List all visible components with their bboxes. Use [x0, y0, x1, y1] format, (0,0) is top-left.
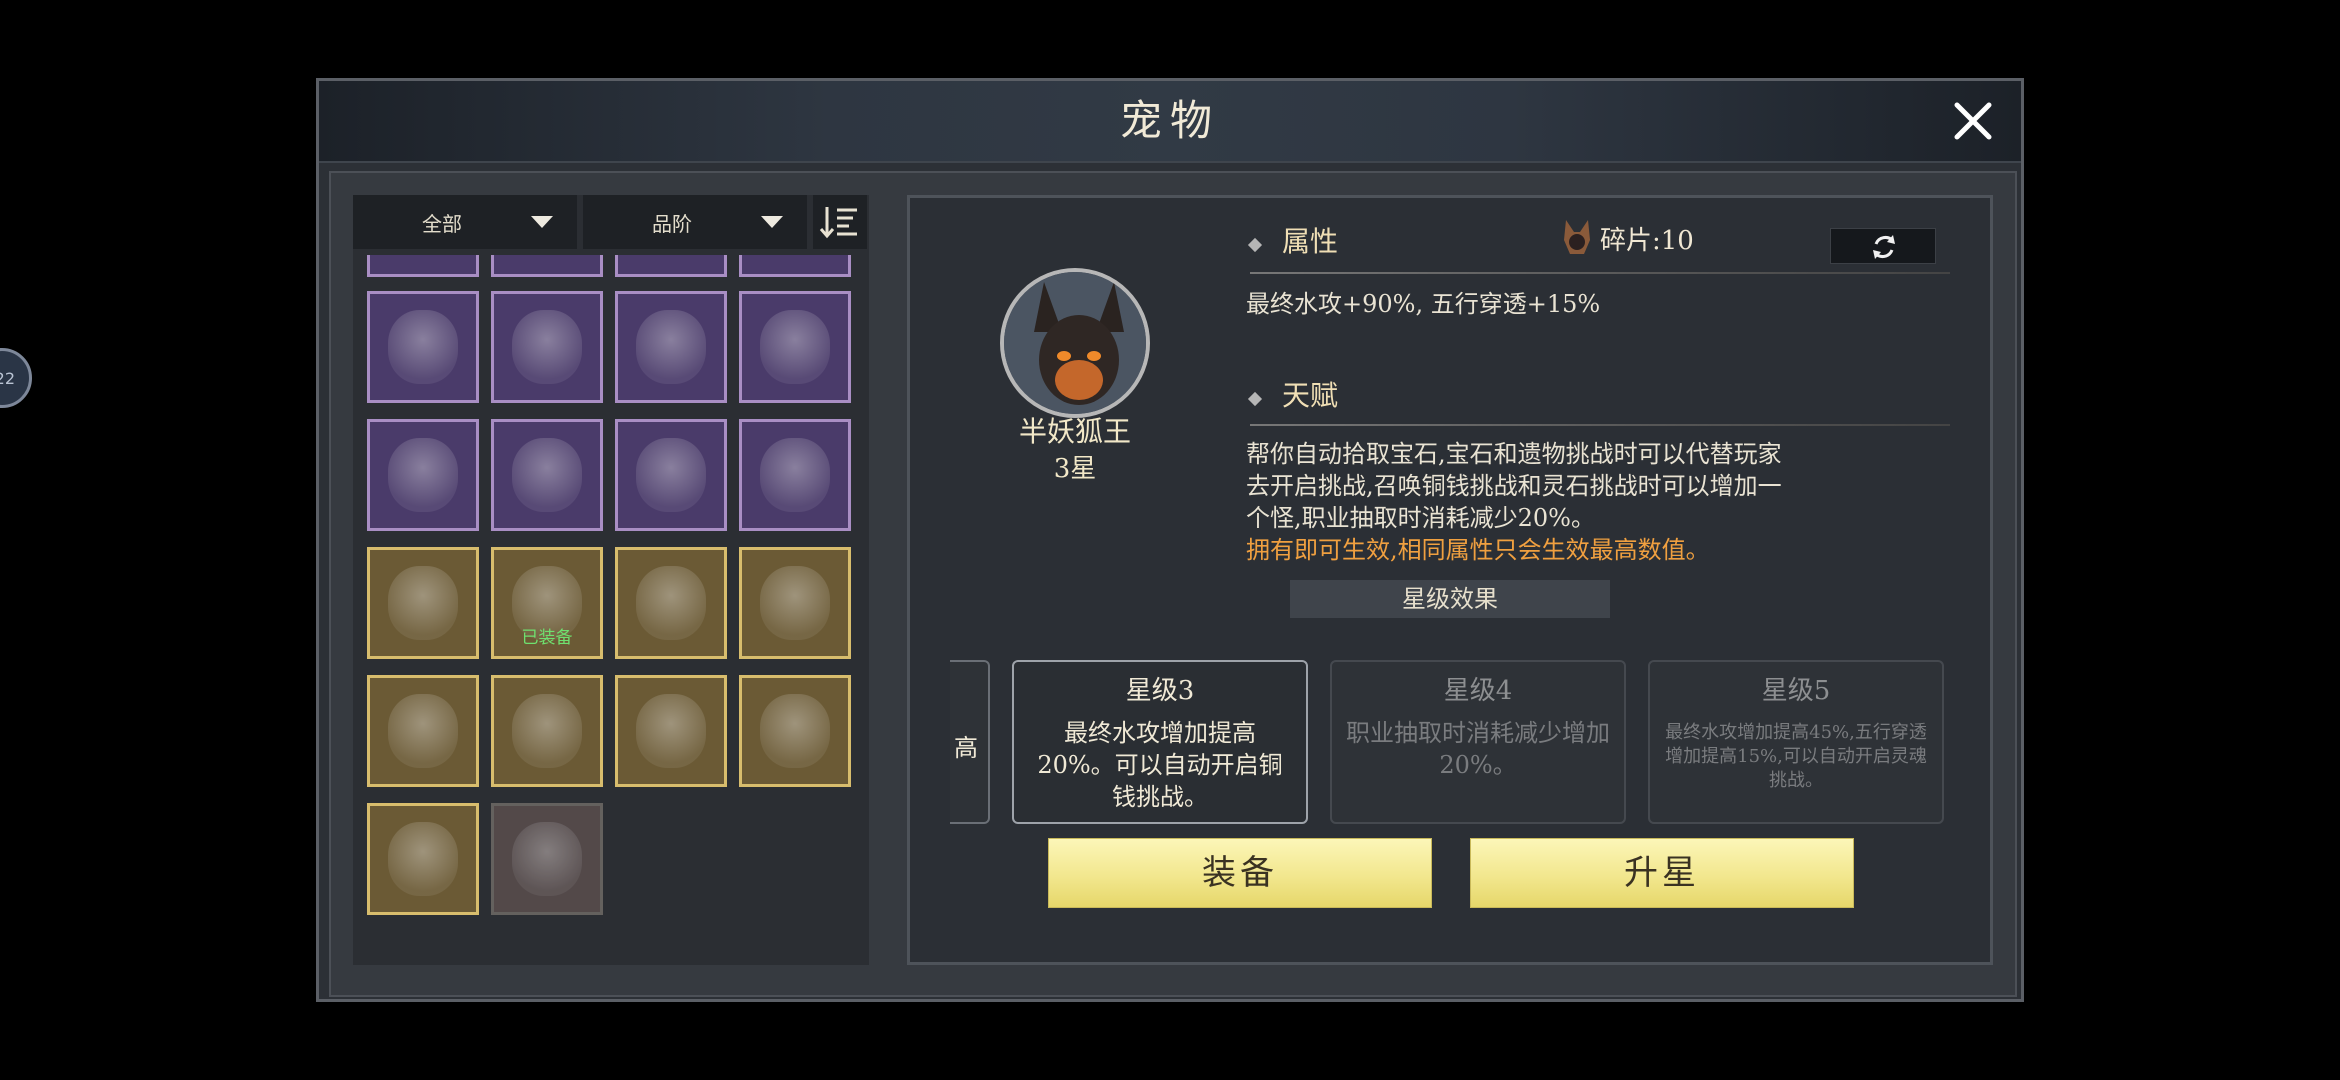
pet-star-level: 3星 — [1053, 454, 1097, 484]
pet-portrait-icon — [388, 694, 458, 768]
equip-button[interactable]: 装备 — [1048, 838, 1432, 908]
pet-slot[interactable] — [739, 255, 851, 277]
refresh-icon — [1873, 235, 1895, 259]
star-card-desc: 最终水攻增加提高45%,五行穿透增加提高15%,可以自动开启灵魂挑战。 — [1665, 722, 1927, 791]
diamond-bullet-icon — [1247, 237, 1263, 253]
pet-slot[interactable] — [491, 255, 603, 277]
window-title: 宠物 — [1119, 96, 1220, 145]
talent-line-2: 去开启挑战,召唤铜钱挑战和灵石挑战时可以增加一 — [1246, 472, 1782, 500]
divider — [1250, 272, 1950, 274]
star-effect-header: 星级效果 — [1290, 580, 1610, 618]
pet-portrait-icon — [760, 694, 830, 768]
pet-slot[interactable] — [491, 291, 603, 403]
star-effect-title: 星级效果 — [1402, 585, 1498, 613]
pet-portrait-icon — [760, 438, 830, 512]
fragment-icon — [1564, 220, 1590, 254]
title-bar: 宠物 — [319, 81, 2021, 163]
pet-portrait-icon — [512, 694, 582, 768]
side-float-badge: 22 — [0, 368, 15, 388]
attr-text: 最终水攻+90%, 五行穿透+15% — [1246, 290, 1601, 318]
pet-slot[interactable] — [367, 255, 479, 277]
close-icon[interactable] — [1945, 93, 2001, 149]
pet-portrait-icon — [636, 694, 706, 768]
upgrade-star-button[interactable]: 升星 — [1470, 838, 1854, 908]
pet-slot[interactable] — [367, 419, 479, 531]
pet-detail-panel: 半妖狐王 3星 属性 碎片:10 最终水攻+90%, 五行穿透+15% 天赋 帮… — [907, 195, 1993, 965]
pet-slot[interactable] — [739, 547, 851, 659]
star-card-4[interactable]: 星级4 职业抽取时消耗减少增加20%。 — [1330, 660, 1626, 824]
pet-portrait-icon — [636, 438, 706, 512]
talent-note: 拥有即可生效,相同属性只会生效最高数值。 — [1246, 536, 1710, 564]
sort-icon — [819, 207, 857, 239]
divider — [1250, 424, 1950, 426]
star-card-title: 星级4 — [1443, 676, 1513, 706]
pet-slot[interactable] — [739, 291, 851, 403]
pet-portrait-icon — [760, 566, 830, 640]
filter-quality-label: 品阶 — [652, 211, 692, 236]
talent-line-1: 帮你自动拾取宝石,宝石和遗物挑战时可以代替玩家 — [1246, 440, 1782, 468]
star-card-desc: 职业抽取时消耗减少增加20%。 — [1346, 719, 1610, 779]
talent-line-3: 个怪,职业抽取时消耗减少20%。 — [1246, 504, 1595, 532]
pet-portrait-icon — [636, 566, 706, 640]
pet-portrait-icon — [760, 310, 830, 384]
pet-portrait-icon — [512, 822, 582, 896]
attr-heading: 属性 — [1282, 225, 1339, 258]
diamond-bullet-icon — [1247, 391, 1263, 407]
filter-all-label: 全部 — [422, 211, 462, 236]
pet-slot[interactable] — [491, 675, 603, 787]
star-card-partial[interactable]: 高 — [950, 660, 990, 824]
star-card-desc: 最终水攻增加提高20%。可以自动开启铜钱挑战。 — [1037, 719, 1283, 811]
pet-slot[interactable] — [615, 675, 727, 787]
pet-grid[interactable]: 已装备 — [353, 255, 869, 965]
pet-slot[interactable] — [615, 419, 727, 531]
pet-avatar — [1000, 268, 1150, 418]
pet-portrait-icon — [512, 438, 582, 512]
pet-slot[interactable] — [615, 547, 727, 659]
pet-window: 宠物 全部 品阶 已装备 半妖狐王 3星 属性 碎片:10 最终水攻+90%, … — [316, 78, 2024, 1002]
partial-card-text: 高 — [954, 734, 978, 762]
chevron-down-icon — [531, 216, 553, 228]
pet-portrait-icon — [388, 438, 458, 512]
content-area: 全部 品阶 已装备 半妖狐王 3星 属性 碎片:10 最终水攻+90%, 五行穿… — [329, 171, 2017, 997]
pet-slot[interactable] — [491, 419, 603, 531]
equipped-tag: 已装备 — [521, 628, 573, 648]
pet-slot[interactable] — [367, 803, 479, 915]
star-card-3[interactable]: 星级3 最终水攻增加提高20%。可以自动开启铜钱挑战。 — [1012, 660, 1308, 824]
pet-portrait-icon — [512, 310, 582, 384]
pet-portrait-icon — [388, 310, 458, 384]
pet-slot[interactable] — [615, 291, 727, 403]
fragment-count: 碎片:10 — [1600, 226, 1694, 256]
talent-heading: 天赋 — [1282, 379, 1339, 412]
pet-slot[interactable] — [367, 675, 479, 787]
pet-portrait-icon — [388, 822, 458, 896]
star-card-title: 星级5 — [1761, 676, 1831, 706]
refresh-button[interactable] — [1830, 228, 1936, 264]
pet-portrait-icon — [636, 310, 706, 384]
sort-button[interactable] — [813, 195, 867, 249]
filter-all-dropdown[interactable]: 全部 — [353, 195, 577, 249]
pet-portrait-icon — [388, 566, 458, 640]
pet-slot[interactable] — [615, 255, 727, 277]
pet-slot[interactable] — [367, 291, 479, 403]
pet-slot[interactable] — [367, 547, 479, 659]
filter-quality-dropdown[interactable]: 品阶 — [583, 195, 807, 249]
pet-slot[interactable] — [491, 803, 603, 915]
pet-slot[interactable]: 已装备 — [491, 547, 603, 659]
pet-list-panel: 全部 品阶 已装备 — [353, 195, 869, 965]
star-card-5[interactable]: 星级5 最终水攻增加提高45%,五行穿透增加提高15%,可以自动开启灵魂挑战。 — [1648, 660, 1944, 824]
star-card-title: 星级3 — [1125, 676, 1195, 706]
pet-name: 半妖狐王 — [1018, 415, 1131, 448]
side-float-button[interactable]: 22 — [0, 348, 32, 408]
chevron-down-icon — [761, 216, 783, 228]
pet-slot[interactable] — [739, 419, 851, 531]
pet-slot[interactable] — [739, 675, 851, 787]
fox-king-portrait-icon — [1004, 272, 1146, 414]
